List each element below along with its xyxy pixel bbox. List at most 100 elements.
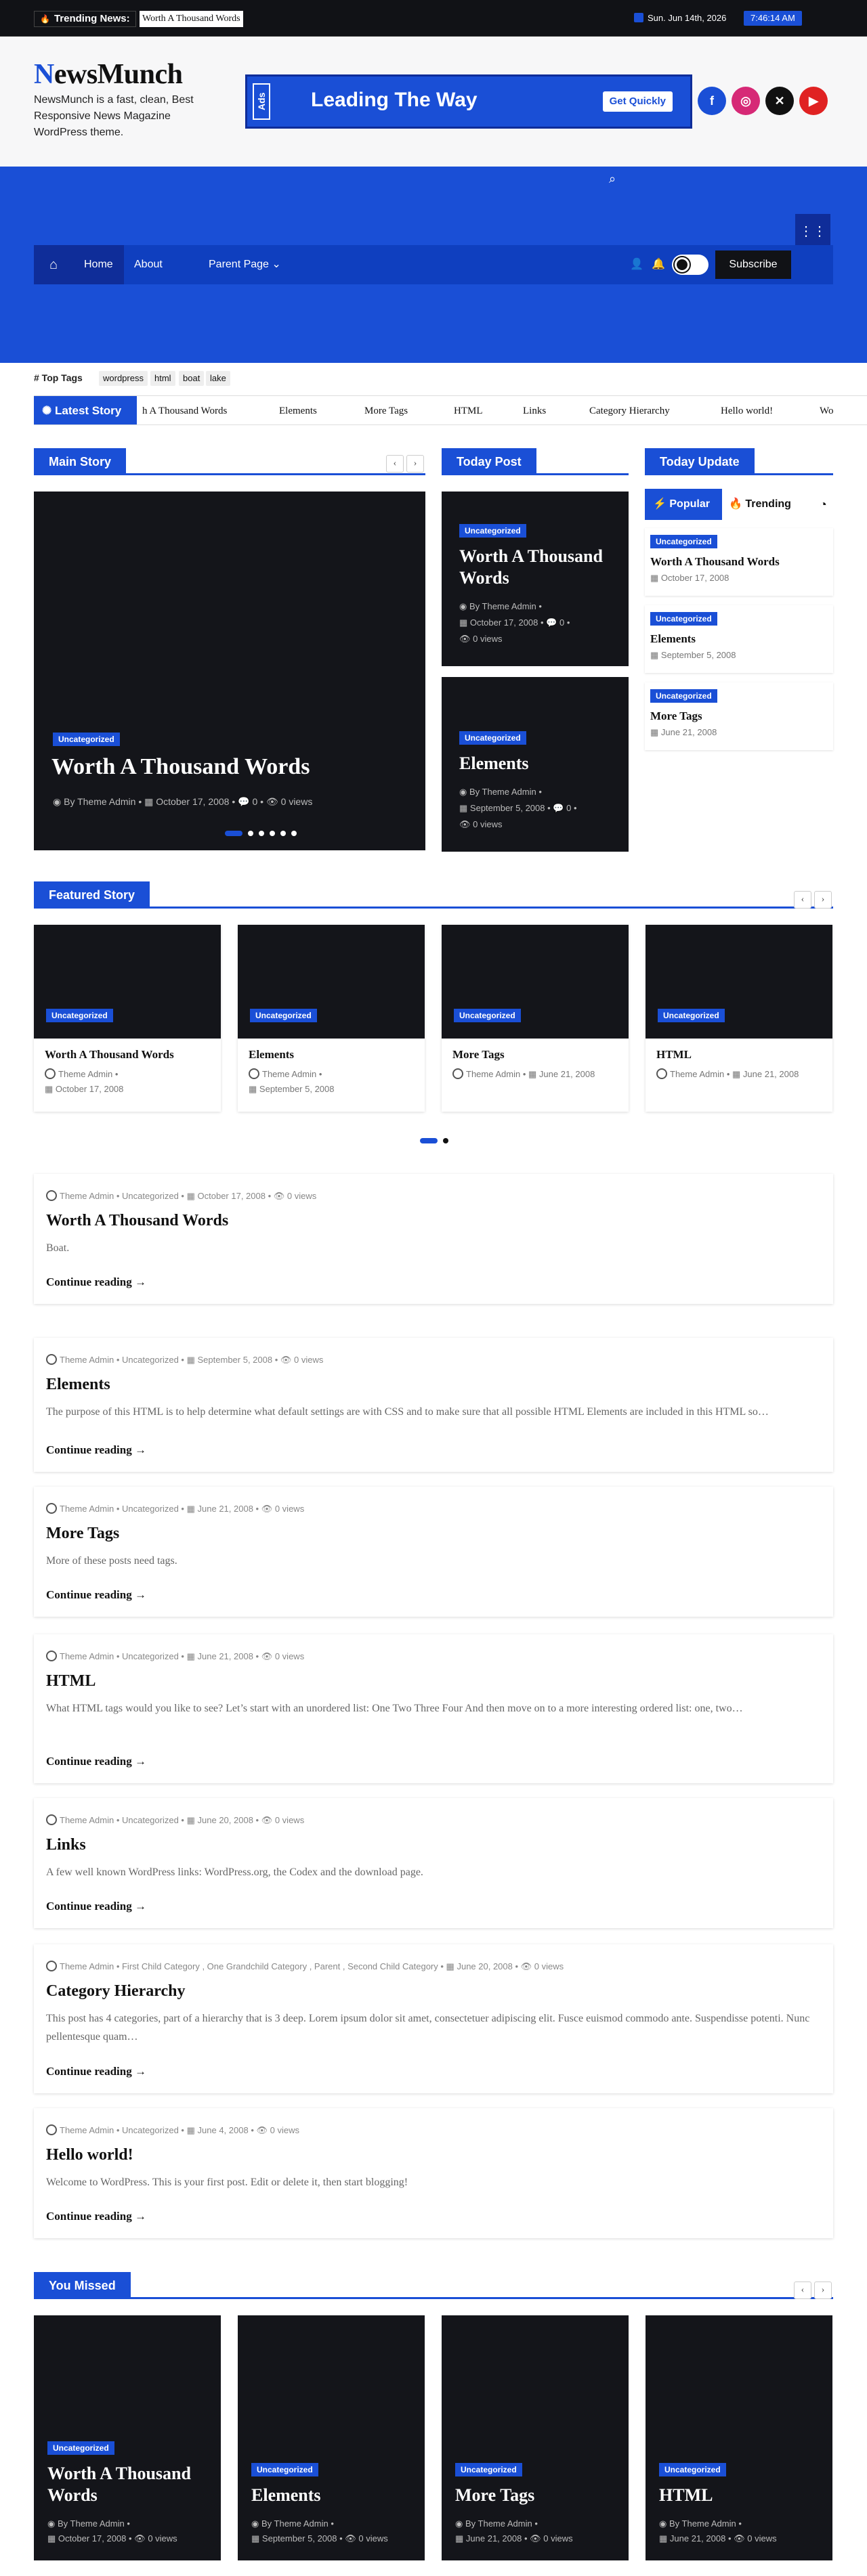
tab-recent-clock-icon[interactable]: ◔ bbox=[820, 489, 827, 520]
featured-image[interactable]: Uncategorized bbox=[646, 925, 832, 1039]
ticker-item[interactable]: h A Thousand Words bbox=[142, 396, 227, 424]
youtube-icon[interactable]: ▶ bbox=[799, 87, 828, 115]
category-badge[interactable]: Uncategorized bbox=[650, 612, 717, 626]
continue-reading-link[interactable]: Continue reading → bbox=[46, 1588, 146, 1602]
post-title[interactable]: Hello world! bbox=[46, 2146, 133, 2164]
ticker-item[interactable]: Elements bbox=[279, 396, 317, 424]
post-title[interactable]: Worth A Thousand Words bbox=[46, 1212, 228, 1230]
instagram-icon[interactable]: ◎ bbox=[732, 87, 760, 115]
meta-author[interactable]: Theme Admin bbox=[60, 1961, 114, 1971]
featured-title[interactable]: Elements bbox=[249, 1048, 294, 1062]
slider-dot[interactable] bbox=[248, 831, 253, 836]
x-twitter-icon[interactable]: ✕ bbox=[765, 87, 794, 115]
today-post-card[interactable]: Uncategorized Elements ◉ By Theme Admin … bbox=[442, 677, 629, 852]
main-story-title[interactable]: Worth A Thousand Words bbox=[51, 754, 310, 780]
meta-author[interactable]: Theme Admin bbox=[58, 1069, 112, 1079]
missed-title[interactable]: HTML bbox=[659, 2485, 822, 2506]
today-post-title[interactable]: Elements bbox=[459, 753, 622, 774]
main-story-card[interactable]: Uncategorized Worth A Thousand Words ◉ B… bbox=[34, 492, 425, 850]
tag-chip[interactable]: wordpress bbox=[99, 371, 148, 386]
prev-arrow-icon[interactable]: ‹ bbox=[794, 2282, 811, 2299]
meta-category[interactable]: First Child Category , One Grandchild Ca… bbox=[122, 1961, 438, 1971]
missed-title[interactable]: More Tags bbox=[455, 2485, 618, 2506]
meta-category[interactable]: Uncategorized bbox=[122, 1504, 179, 1514]
category-badge[interactable]: Uncategorized bbox=[650, 689, 717, 703]
prev-arrow-icon[interactable]: ‹ bbox=[794, 891, 811, 909]
next-arrow-icon[interactable]: › bbox=[814, 891, 832, 909]
meta-author[interactable]: Theme Admin bbox=[60, 1355, 114, 1365]
ticker-item[interactable]: Category Hierarchy bbox=[589, 396, 670, 424]
tab-popular[interactable]: ⚡ Popular bbox=[645, 489, 722, 520]
update-item[interactable]: Uncategorized More Tags ▦ June 21, 2008 bbox=[645, 682, 833, 750]
meta-category[interactable]: Uncategorized bbox=[122, 1815, 179, 1825]
featured-card[interactable]: Uncategorized Worth A Thousand Words The… bbox=[34, 925, 221, 1112]
meta-author[interactable]: Theme Admin bbox=[466, 1069, 520, 1079]
category-badge[interactable]: Uncategorized bbox=[251, 2463, 318, 2476]
update-item[interactable]: Uncategorized Elements ▦ September 5, 20… bbox=[645, 605, 833, 673]
post-title[interactable]: More Tags bbox=[46, 1525, 119, 1543]
post-title[interactable]: Category Hierarchy bbox=[46, 1982, 186, 2001]
user-icon[interactable]: 👤 bbox=[630, 257, 643, 271]
continue-reading-link[interactable]: Continue reading → bbox=[46, 1900, 146, 1913]
meta-author[interactable]: By Theme Admin bbox=[64, 796, 135, 807]
ticker-item[interactable]: Links bbox=[523, 396, 546, 424]
continue-reading-link[interactable]: Continue reading → bbox=[46, 1443, 146, 1457]
ticker-item[interactable]: Wo bbox=[820, 396, 833, 424]
slider-dot[interactable] bbox=[259, 831, 264, 836]
meta-author[interactable]: Theme Admin bbox=[60, 1504, 114, 1514]
slider-dot[interactable] bbox=[291, 831, 297, 836]
missed-card[interactable]: Uncategorized Elements ◉ By Theme Admin … bbox=[238, 2315, 425, 2560]
meta-author[interactable]: Theme Admin bbox=[60, 1815, 114, 1825]
next-arrow-icon[interactable]: › bbox=[406, 455, 424, 473]
meta-author[interactable]: By Theme Admin bbox=[669, 2518, 736, 2529]
featured-title[interactable]: HTML bbox=[656, 1048, 692, 1062]
category-badge[interactable]: Uncategorized bbox=[455, 2463, 522, 2476]
trending-link[interactable]: Worth A Thousand Words bbox=[140, 11, 243, 27]
next-arrow-icon[interactable]: › bbox=[814, 2282, 832, 2299]
category-badge[interactable]: Uncategorized bbox=[250, 1009, 317, 1022]
category-badge[interactable]: Uncategorized bbox=[47, 2441, 114, 2455]
category-badge[interactable]: Uncategorized bbox=[658, 1009, 725, 1022]
subscribe-button[interactable]: Subscribe bbox=[715, 250, 791, 279]
missed-title[interactable]: Worth A Thousand Words bbox=[47, 2463, 210, 2506]
featured-card[interactable]: Uncategorized HTML Theme Admin • ▦ June … bbox=[646, 925, 832, 1112]
category-badge[interactable]: Uncategorized bbox=[459, 524, 526, 538]
meta-author[interactable]: Theme Admin bbox=[60, 2125, 114, 2135]
post-title[interactable]: HTML bbox=[46, 1672, 96, 1690]
tag-chip[interactable]: boat bbox=[179, 371, 205, 386]
ticker-item[interactable]: Hello world! bbox=[721, 396, 773, 424]
ticker-item[interactable]: More Tags bbox=[364, 396, 408, 424]
slider-dot[interactable] bbox=[270, 831, 275, 836]
bell-icon[interactable]: 🔔 bbox=[652, 257, 665, 271]
nav-home[interactable]: Home bbox=[73, 245, 124, 284]
meta-author[interactable]: By Theme Admin bbox=[58, 2518, 125, 2529]
home-icon[interactable]: ⌂ bbox=[34, 245, 73, 284]
meta-author[interactable]: Theme Admin bbox=[262, 1069, 316, 1079]
post-title[interactable]: Elements bbox=[46, 1376, 110, 1394]
missed-card[interactable]: Uncategorized More Tags ◉ By Theme Admin… bbox=[442, 2315, 629, 2560]
ticker-item[interactable]: HTML bbox=[454, 396, 483, 424]
nav-parent-page[interactable]: Parent Page ⌄ bbox=[198, 245, 292, 284]
category-badge[interactable]: Uncategorized bbox=[459, 731, 526, 745]
grid-menu-icon[interactable]: ⋮⋮ bbox=[795, 214, 830, 249]
tag-chip[interactable]: html bbox=[150, 371, 175, 386]
meta-author[interactable]: Theme Admin bbox=[670, 1069, 724, 1079]
category-badge[interactable]: Uncategorized bbox=[46, 1009, 113, 1022]
tag-chip[interactable]: lake bbox=[206, 371, 230, 386]
category-badge[interactable]: Uncategorized bbox=[454, 1009, 521, 1022]
dark-mode-toggle[interactable] bbox=[672, 255, 709, 275]
search-icon[interactable]: ⌕ bbox=[609, 172, 622, 185]
missed-card[interactable]: Uncategorized HTML ◉ By Theme Admin • ▦ … bbox=[646, 2315, 832, 2560]
meta-category[interactable]: Uncategorized bbox=[122, 1191, 179, 1201]
today-post-card[interactable]: Uncategorized Worth A Thousand Words ◉ B… bbox=[442, 492, 629, 666]
slider-dot[interactable] bbox=[280, 831, 286, 836]
site-logo[interactable]: NewsMunch bbox=[34, 58, 183, 91]
category-badge[interactable]: Uncategorized bbox=[650, 535, 717, 548]
prev-arrow-icon[interactable]: ‹ bbox=[386, 455, 404, 473]
meta-author[interactable]: By Theme Admin bbox=[261, 2518, 329, 2529]
featured-card[interactable]: Uncategorized More Tags Theme Admin • ▦ … bbox=[442, 925, 629, 1112]
meta-author[interactable]: By Theme Admin bbox=[469, 601, 536, 611]
ad-banner[interactable]: Ads Leading The Way Get Quickly bbox=[245, 74, 692, 129]
featured-image[interactable]: Uncategorized bbox=[238, 925, 425, 1039]
meta-author[interactable]: By Theme Admin bbox=[469, 787, 536, 797]
